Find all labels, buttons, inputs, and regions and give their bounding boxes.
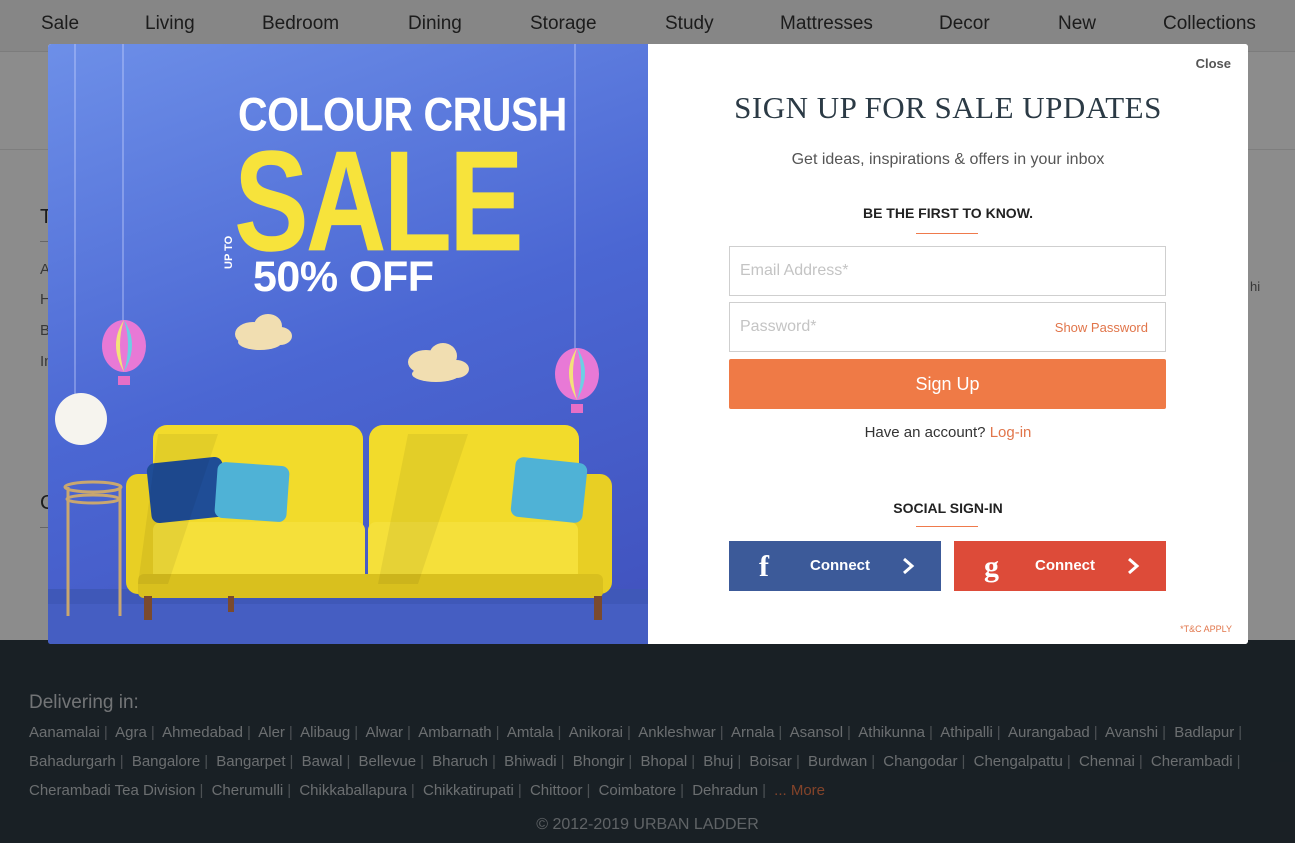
modal-subtitle: Get ideas, inspirations & offers in your… xyxy=(791,151,1105,168)
signup-modal: COLOUR CRUSH SALE UP TO 50% OFF Close SI… xyxy=(48,44,1248,644)
sign-up-button[interactable]: Sign Up xyxy=(729,359,1166,409)
facebook-connect-button[interactable]: f Connect xyxy=(729,541,941,591)
show-password-link[interactable]: Show Password xyxy=(1055,320,1148,335)
modal-title: SIGN UP FOR SALE UPDATES xyxy=(734,90,1162,125)
promo-banner: COLOUR CRUSH SALE UP TO 50% OFF xyxy=(48,44,648,644)
heading-underline xyxy=(916,526,978,527)
chevron-right-icon xyxy=(1128,557,1140,575)
google-icon: g xyxy=(984,550,999,583)
facebook-icon: f xyxy=(759,550,769,583)
have-account-text: Have an account? Log-in xyxy=(648,424,1248,441)
google-connect-button[interactable]: g Connect xyxy=(954,541,1166,591)
google-connect-label: Connect xyxy=(1035,557,1095,574)
login-link[interactable]: Log-in xyxy=(990,424,1032,441)
social-signin-heading: SOCIAL SIGN-IN xyxy=(893,500,1003,516)
facebook-connect-label: Connect xyxy=(810,557,870,574)
promo-upto: UP TO xyxy=(223,235,235,269)
chevron-right-icon xyxy=(903,557,915,575)
signup-form-panel: Close SIGN UP FOR SALE UPDATES Get ideas… xyxy=(648,44,1248,644)
close-button[interactable]: Close xyxy=(1196,56,1231,71)
first-to-know-heading: BE THE FIRST TO KNOW. xyxy=(862,205,1034,221)
heading-underline xyxy=(916,233,978,234)
have-account-label: Have an account? xyxy=(864,424,986,441)
promo-discount: 50% OFF xyxy=(253,253,434,301)
promo-title-sale: SALE xyxy=(234,121,524,282)
terms-note: *T&C APPLY xyxy=(1180,624,1232,634)
email-field[interactable] xyxy=(729,246,1166,296)
